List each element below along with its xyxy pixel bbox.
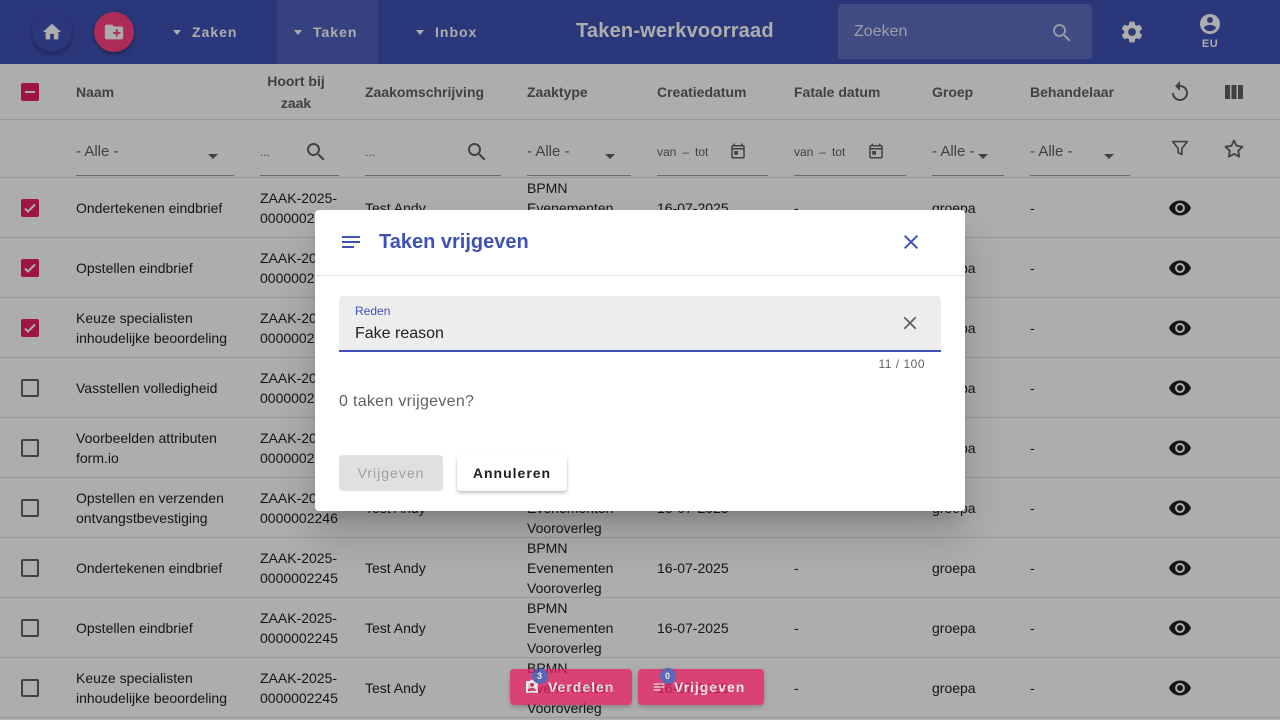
confirm-vrijgeven-button[interactable]: Vrijgeven [339,455,443,491]
character-counter: 11 / 100 [878,357,925,371]
close-icon [904,235,918,249]
vrijgeven-dialog: Taken vrijgeven Reden 11 / 100 0 taken v… [315,210,965,511]
clear-reden-button[interactable] [899,312,921,334]
close-icon [903,316,917,330]
reden-field[interactable]: Reden [339,296,941,352]
vrijgeven-button[interactable]: 0 Vrijgeven [638,668,764,705]
notes-icon [342,236,360,248]
verdelen-count-badge: 3 [532,668,548,684]
dialog-header: Taken vrijgeven [315,210,965,276]
vrijgeven-label: Vrijgeven [674,679,746,695]
dialog-title: Taken vrijgeven [379,231,529,253]
dialog-close-button[interactable] [899,230,923,254]
vrijgeven-count-badge: 0 [660,668,676,684]
dialog-question: 0 taken vrijgeven? [339,393,475,410]
reden-input[interactable] [355,323,875,345]
cancel-button[interactable]: Annuleren [457,455,567,491]
verdelen-label: Verdelen [548,679,615,695]
reden-label: Reden [355,304,391,318]
verdelen-button[interactable]: 3 Verdelen [510,668,632,705]
